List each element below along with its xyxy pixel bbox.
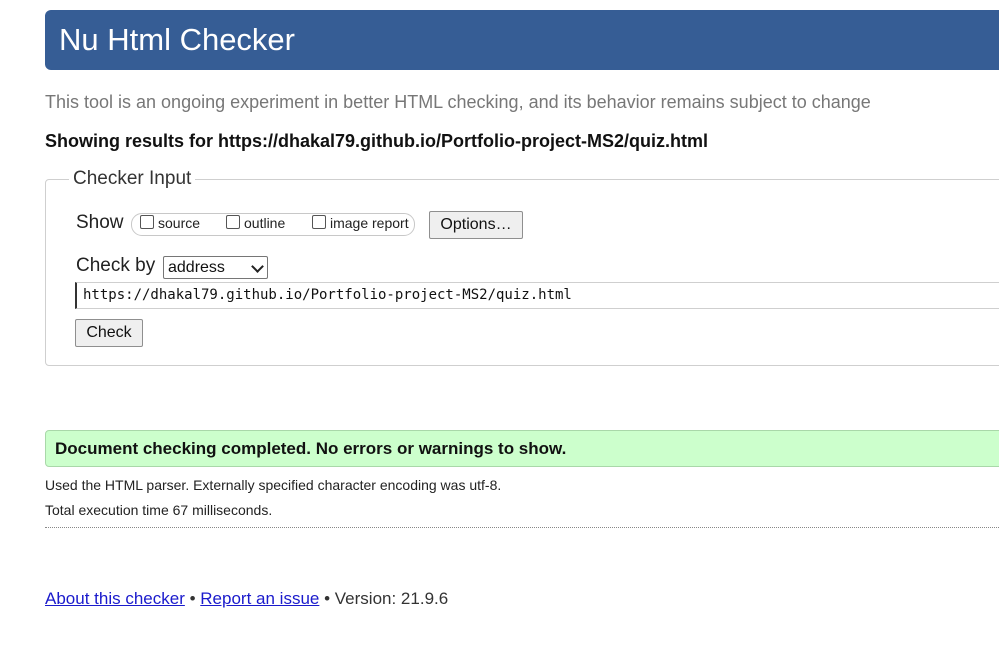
page-title: Nu Html Checker [59,22,295,57]
page: Nu Html Checker This tool is an ongoing … [0,0,999,659]
source-option-label: source [158,215,201,231]
check-by-label: Check by [76,255,156,276]
success-message-box: Document checking completed. No errors o… [45,430,999,467]
footer: About this checker • Report an issue • V… [45,589,448,609]
url-input[interactable]: https://dhakal79.github.io/Portfolio-pro… [75,282,999,309]
chevron-down-icon [251,260,264,273]
check-button[interactable]: Check [75,319,143,347]
check-by-selected-value: address [168,259,225,276]
show-options-group: source outline image report [131,213,415,236]
image-report-checkbox[interactable] [312,215,326,229]
image-report-option[interactable]: image report [312,215,409,231]
tagline: This tool is an ongoing experiment in be… [45,92,871,112]
outline-option-label: outline [244,215,286,231]
about-checker-link[interactable]: About this checker [45,589,185,608]
execution-time: Total execution time 67 milliseconds. [45,502,273,518]
header-banner: Nu Html Checker [45,10,999,70]
options-button[interactable]: Options… [429,211,523,239]
image-report-option-label: image report [330,215,409,231]
footer-separator-2: • [324,589,331,608]
checker-input-legend: Checker Input [73,168,192,189]
outline-checkbox[interactable] [226,215,240,229]
footer-separator-1: • [189,589,196,608]
outline-option[interactable]: outline [226,215,285,231]
check-by-select[interactable]: address [163,256,268,279]
success-message: Document checking completed. No errors o… [55,439,567,458]
results-heading: Showing results for https://dhakal79.git… [45,131,709,151]
version-text: Version: 21.9.6 [334,589,449,608]
source-checkbox[interactable] [140,215,154,229]
divider [45,527,999,528]
parser-info: Used the HTML parser. Externally specifi… [45,477,502,493]
source-option[interactable]: source [140,215,200,231]
report-issue-link[interactable]: Report an issue [200,589,319,608]
show-label: Show [76,212,124,233]
